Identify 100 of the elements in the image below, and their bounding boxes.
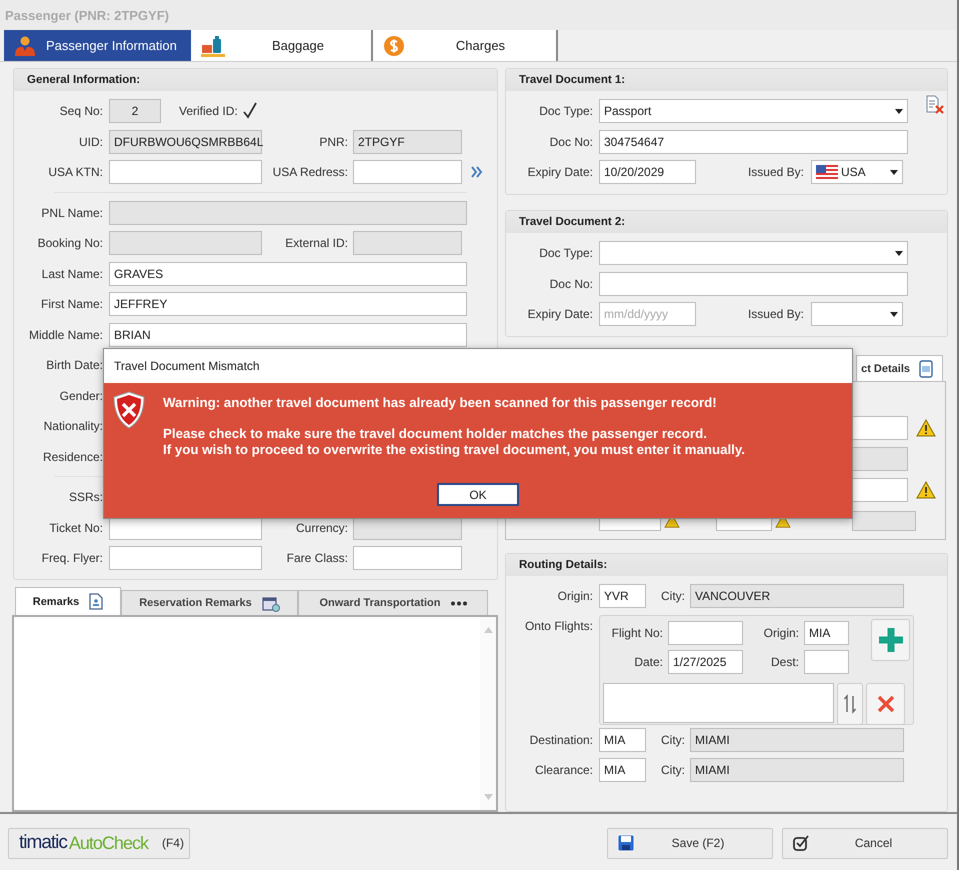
input-field[interactable]: MIAMI	[690, 758, 904, 782]
input-field[interactable]	[353, 160, 462, 184]
input-field[interactable]: 2	[109, 99, 161, 124]
input-field[interactable]	[109, 231, 262, 256]
field-label: Issued By:	[746, 165, 804, 180]
document-icon	[89, 593, 104, 610]
input-field[interactable]: 304754647	[599, 130, 908, 154]
field-label: Destination:	[528, 732, 593, 747]
field-label: Doc No:	[548, 134, 593, 149]
field-label: Seq No:	[58, 104, 103, 118]
date-field[interactable]: 10/20/2029	[599, 160, 696, 184]
doc-type-dropdown[interactable]: Passport	[599, 99, 908, 124]
message-text: If you wish to proceed to overwrite the existing travel document, you must enter it manually.	[163, 442, 745, 458]
input-field[interactable]: VANCOUVER	[690, 584, 904, 608]
input-field[interactable]: JEFFREY	[109, 292, 467, 316]
field-label: Nationality:	[42, 419, 103, 434]
save-button[interactable]: Save (F2)	[607, 828, 773, 858]
plus-icon	[876, 626, 904, 654]
field-label: City:	[661, 763, 685, 778]
field-label: Origin:	[556, 589, 593, 604]
field-label: Expiry Date:	[526, 307, 593, 322]
field-label: Residence:	[42, 450, 103, 464]
country-dropdown[interactable]: USA	[811, 160, 903, 184]
input-field[interactable]: MIAMI	[690, 728, 904, 752]
field-label: Origin:	[762, 626, 799, 640]
group-title: Routing Details:	[519, 559, 608, 571]
doc-type-dropdown[interactable]	[599, 241, 908, 266]
field-label: Dest:	[770, 655, 799, 669]
autocheck-button[interactable]: timaticAutoCheck (F4)	[8, 828, 190, 858]
checkbox[interactable]	[242, 102, 258, 120]
dialog-title: Travel Document Mismatch	[114, 359, 260, 373]
dropdown-arrow-icon	[890, 170, 898, 175]
message-text: Please check to make sure the travel document holder matches the passenger record.	[163, 426, 708, 442]
warning-icon	[916, 480, 936, 498]
field-label: SSRs:	[68, 490, 103, 504]
contact-card-icon	[918, 360, 934, 378]
group-title: Travel Document 2:	[519, 216, 626, 228]
coin-icon	[383, 34, 405, 56]
field-label: Issued By:	[746, 307, 804, 322]
field-label: Expiry Date:	[526, 165, 593, 180]
field-label: PNR:	[318, 134, 348, 149]
delete-button[interactable]	[866, 682, 905, 724]
scroll-down-icon[interactable]	[484, 794, 492, 800]
warning-text: Warning: another travel document has already been scanned for this passenger record!	[163, 395, 718, 410]
input-field[interactable]: MIA	[599, 728, 646, 752]
country-dropdown[interactable]	[852, 510, 916, 530]
field-label: Last Name:	[40, 266, 103, 281]
tab[interactable]: Remarks	[15, 587, 121, 615]
input-field[interactable]: MIA	[804, 621, 849, 645]
dropdown-arrow-icon	[895, 250, 903, 256]
swap-arrows-icon	[844, 694, 856, 714]
input-field[interactable]	[109, 546, 262, 570]
remove-document-icon[interactable]	[926, 95, 944, 115]
ok-button[interactable]: OK	[437, 483, 519, 506]
field-label: City:	[661, 732, 685, 747]
tab[interactable]: Reservation Remarks	[121, 590, 298, 615]
country-dropdown[interactable]	[811, 302, 903, 326]
tab[interactable]: Onward Transportation	[298, 590, 488, 615]
input-field[interactable]	[353, 546, 462, 570]
field-label: Doc Type:	[538, 246, 593, 260]
date-field[interactable]: 1/27/2025	[668, 650, 743, 674]
dropdown-arrow-icon	[895, 108, 903, 114]
input-field[interactable]: DFURBWOU6QSMRBB64L	[109, 130, 262, 154]
input-field[interactable]	[109, 160, 262, 184]
input-field[interactable]: BRIAN	[109, 322, 467, 347]
field-label: Freq. Flyer:	[40, 551, 103, 566]
field-label: Fare Class:	[286, 551, 348, 566]
tab[interactable]: Baggage	[191, 30, 373, 61]
input-field[interactable]	[599, 272, 908, 296]
field-label: Gender:	[58, 388, 103, 403]
input-field[interactable]: YVR	[599, 584, 646, 608]
field-label: Currency:	[294, 520, 348, 535]
more-icon	[450, 600, 466, 606]
input-field[interactable]: MIA	[599, 758, 646, 782]
input-field[interactable]	[353, 231, 462, 256]
tab[interactable]: ct Details	[856, 355, 943, 381]
field-label: Flight No:	[610, 626, 663, 640]
input-field[interactable]	[804, 650, 849, 674]
scroll-up-icon[interactable]	[484, 627, 492, 633]
scrollbar[interactable]	[480, 617, 496, 810]
sort-button[interactable]	[837, 682, 863, 724]
cancel-button[interactable]: Cancel	[782, 828, 948, 858]
input-field[interactable]: GRAVES	[109, 262, 467, 286]
double-chevron-icon[interactable]	[471, 166, 483, 178]
tab[interactable]: Passenger Information	[4, 30, 191, 61]
flag-icon	[816, 165, 838, 180]
window-title: Passenger (PNR: 2TPGYF)	[5, 8, 169, 22]
field-label: USA KTN:	[47, 165, 103, 180]
input-field[interactable]: 2TPGYF	[353, 130, 462, 154]
luggage-icon	[201, 34, 225, 56]
field-label: USA Redress:	[272, 165, 348, 180]
field-label: Verified ID:	[179, 104, 238, 118]
tab[interactable]: Charges	[373, 30, 558, 61]
input-field[interactable]	[109, 200, 467, 225]
input-field[interactable]	[668, 621, 743, 645]
error-shield-icon	[112, 391, 146, 429]
remarks-text-area[interactable]	[12, 615, 498, 812]
add-button[interactable]	[871, 618, 910, 660]
checkbox-icon	[793, 835, 810, 851]
field-label: First Name:	[40, 297, 103, 312]
